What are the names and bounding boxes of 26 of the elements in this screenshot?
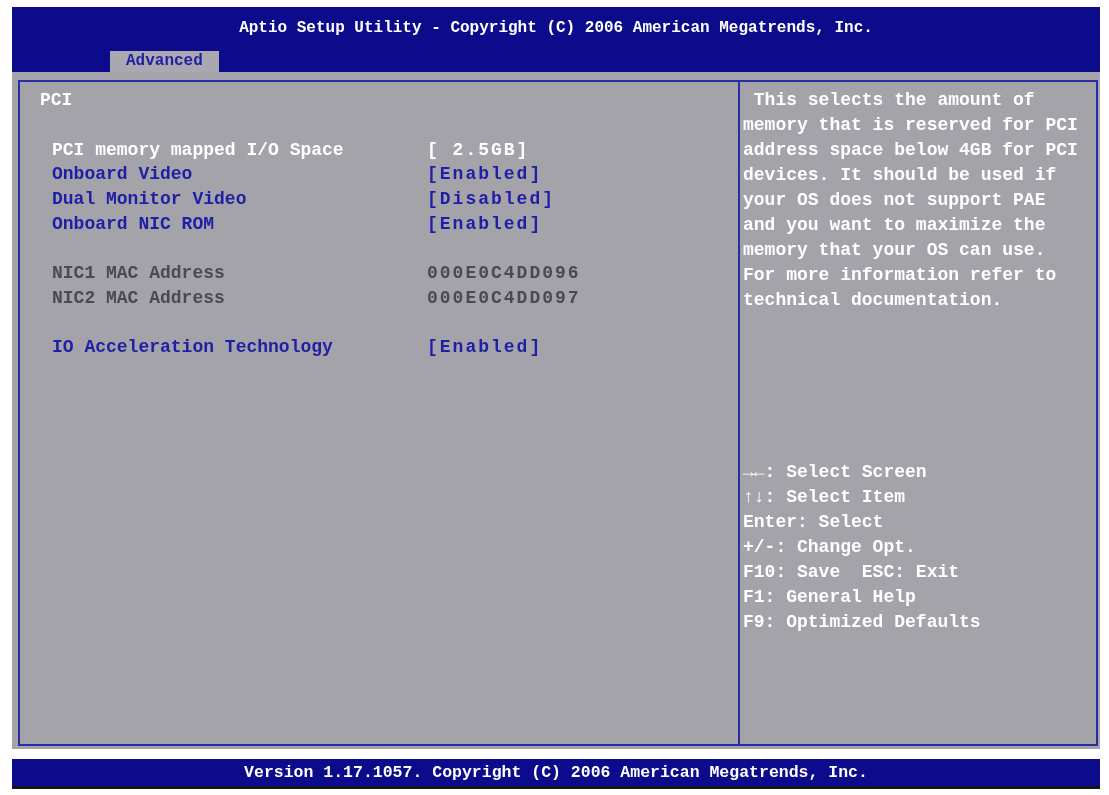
- setting-label[interactable]: Onboard Video: [52, 162, 193, 188]
- setting-value[interactable]: [Enabled]: [427, 162, 543, 188]
- setting-value[interactable]: [Enabled]: [427, 335, 543, 360]
- setting-value[interactable]: [Enabled]: [427, 211, 543, 237]
- setting-label[interactable]: Dual Monitor Video: [52, 187, 247, 212]
- key-hint: F9: Optimized Defaults: [743, 611, 981, 634]
- key-hint: ↑↓: Select Item: [743, 486, 906, 509]
- setting-value[interactable]: [Disabled]: [427, 187, 556, 212]
- setting-label: NIC1 MAC Address: [52, 262, 225, 286]
- section-heading: PCI: [40, 89, 73, 112]
- setting-label[interactable]: Onboard NIC ROM: [52, 211, 215, 237]
- setting-value: 000E0C4DD096: [427, 262, 581, 286]
- menu-tab[interactable]: Advanced: [110, 51, 219, 72]
- window-title: Aptio Setup Utility - Copyright (C) 2006 American Megatrends, Inc.: [238, 18, 874, 39]
- key-hint: →←: Select Screen: [743, 461, 927, 484]
- version-text: Version 1.17.1057. Copyright (C) 2006 American Megatrends, Inc.: [244, 763, 868, 782]
- setting-label[interactable]: PCI memory mapped I/O Space: [52, 137, 344, 163]
- setting-label[interactable]: IO Acceleration Technology: [52, 335, 333, 360]
- key-hint: F10: Save ESC: Exit: [743, 561, 960, 584]
- help-text: This selects the amount of memory that is reserved for PCI address space below 4GB for PCI devices. It should be used if your OS does not support PAE and you want to maximize the memory that your OS can use. For more information refer to technical documentation.: [743, 89, 1079, 312]
- key-hint: Enter: Select: [743, 511, 884, 534]
- key-hint: +/-: Change Opt.: [743, 536, 916, 559]
- setting-value[interactable]: [ 2.5GB]: [427, 137, 530, 163]
- key-hint: F1: General Help: [743, 586, 916, 609]
- setting-value: 000E0C4DD097: [427, 286, 581, 310]
- setting-label: NIC2 MAC Address: [52, 286, 225, 310]
